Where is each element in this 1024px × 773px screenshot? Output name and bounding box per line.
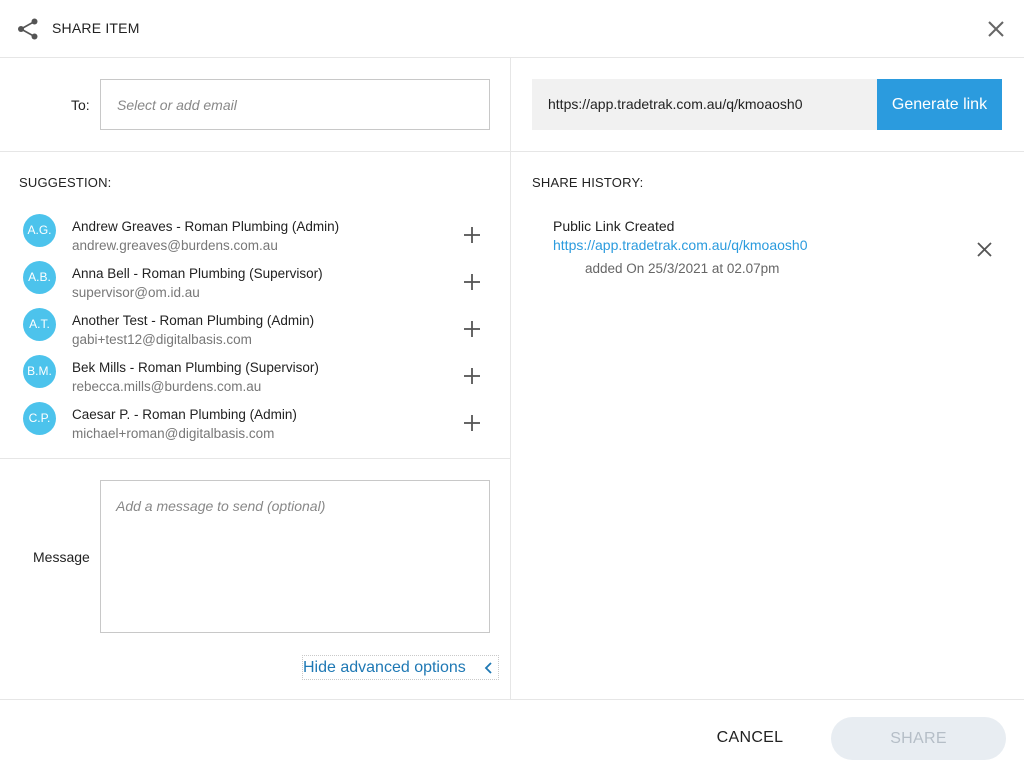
- generate-link-button[interactable]: Generate link: [877, 79, 1002, 130]
- suggestion-item[interactable]: B.M. Bek Mills - Roman Plumbing (Supervi…: [0, 346, 510, 394]
- suggestion-name: Andrew Greaves - Roman Plumbing (Admin): [72, 219, 340, 234]
- suggestion-name: Bek Mills - Roman Plumbing (Supervisor): [72, 360, 319, 375]
- history-entry-date: added On 25/3/2021 at 02.07pm: [585, 261, 780, 276]
- suggestion-email: gabi+test12@digitalbasis.com: [72, 332, 252, 347]
- share-icon: [18, 18, 38, 40]
- suggestion-divider: [0, 458, 510, 459]
- share-button[interactable]: SHARE: [831, 717, 1006, 760]
- link-divider: [511, 151, 1024, 152]
- suggestion-email: supervisor@om.id.au: [72, 285, 200, 300]
- column-divider: [510, 58, 511, 700]
- to-label: To:: [71, 97, 90, 113]
- add-recipient-icon[interactable]: [463, 226, 481, 244]
- suggestion-email: andrew.greaves@burdens.com.au: [72, 238, 278, 253]
- email-input[interactable]: [100, 79, 490, 130]
- recipient-divider: [0, 151, 510, 152]
- add-recipient-icon[interactable]: [463, 273, 481, 291]
- hide-advanced-options-link[interactable]: Hide advanced options: [302, 655, 499, 680]
- suggestion-name: Caesar P. - Roman Plumbing (Admin): [72, 407, 297, 422]
- footer-divider: [0, 699, 1024, 700]
- add-recipient-icon[interactable]: [463, 367, 481, 385]
- message-field[interactable]: [100, 480, 490, 633]
- share-history-heading: SHARE HISTORY:: [532, 175, 644, 190]
- suggestion-name: Anna Bell - Roman Plumbing (Supervisor): [72, 266, 323, 281]
- cancel-button[interactable]: CANCEL: [705, 719, 795, 757]
- suggestion-item[interactable]: A.G. Andrew Greaves - Roman Plumbing (Ad…: [0, 205, 510, 253]
- suggestion-name: Another Test - Roman Plumbing (Admin): [72, 313, 315, 328]
- avatar: A.B.: [23, 261, 56, 294]
- close-icon[interactable]: [986, 19, 1006, 39]
- suggestion-item[interactable]: A.B. Anna Bell - Roman Plumbing (Supervi…: [0, 252, 510, 300]
- suggestion-item[interactable]: C.P. Caesar P. - Roman Plumbing (Admin) …: [0, 393, 510, 441]
- history-entry-link[interactable]: https://app.tradetrak.com.au/q/kmoaosh0: [553, 237, 807, 253]
- history-entry-title: Public Link Created: [553, 218, 675, 234]
- suggestion-heading: SUGGESTION:: [19, 175, 112, 190]
- message-label: Message: [33, 549, 90, 565]
- advanced-options-label: Hide advanced options: [303, 659, 466, 676]
- public-link-field[interactable]: https://app.tradetrak.com.au/q/kmoaosh0: [532, 79, 878, 130]
- suggestion-item[interactable]: A.T. Another Test - Roman Plumbing (Admi…: [0, 299, 510, 347]
- avatar: C.P.: [23, 402, 56, 435]
- avatar: B.M.: [23, 355, 56, 388]
- dialog-header: SHARE ITEM: [0, 0, 1024, 58]
- add-recipient-icon[interactable]: [463, 320, 481, 338]
- avatar: A.G.: [23, 214, 56, 247]
- add-recipient-icon[interactable]: [463, 414, 481, 432]
- chevron-left-icon: [484, 662, 492, 674]
- suggestion-list[interactable]: A.G. Andrew Greaves - Roman Plumbing (Ad…: [0, 205, 510, 458]
- suggestion-email: michael+roman@digitalbasis.com: [72, 426, 275, 441]
- avatar: A.T.: [23, 308, 56, 341]
- dialog-title: SHARE ITEM: [52, 20, 140, 36]
- suggestion-email: rebecca.mills@burdens.com.au: [72, 379, 262, 394]
- remove-history-icon[interactable]: [976, 241, 993, 258]
